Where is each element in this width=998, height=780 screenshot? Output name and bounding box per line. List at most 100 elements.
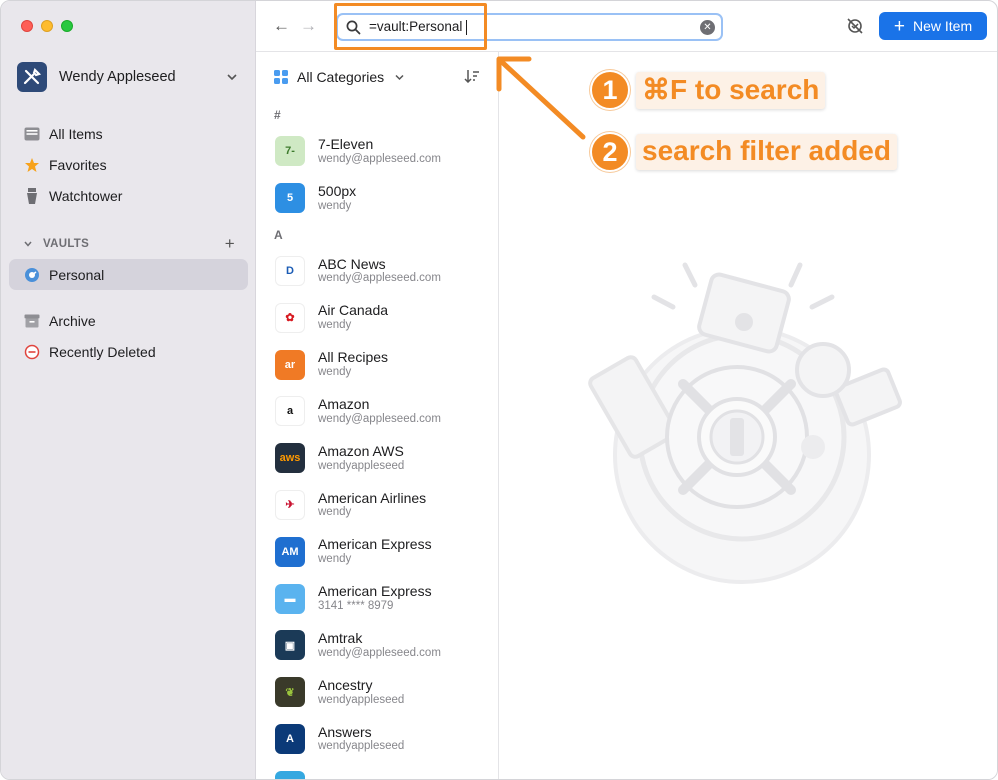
chevron-down-icon[interactable] <box>394 72 405 83</box>
search-highlight-box <box>334 3 487 50</box>
item-title: American Airlines <box>318 489 427 506</box>
watchtower-icon <box>23 187 41 205</box>
item-logo-icon: ar <box>275 349 305 380</box>
item-list-pane: All Categories #7- 7-Eleven wendy@applesee… <box>256 52 499 779</box>
item-logo-icon <box>275 770 305 779</box>
annotation-arrow-icon <box>496 56 586 140</box>
item-subtitle: wendyappleseed <box>318 740 405 753</box>
sidebar-item-recently-deleted[interactable]: Recently Deleted <box>9 336 248 367</box>
item-list: #7- 7-Eleven wendy@appleseed.com 5 500px wend… <box>256 102 498 779</box>
categories-grid-icon <box>274 70 288 84</box>
sidebar-item-archive[interactable]: Archive <box>9 305 248 336</box>
list-item[interactable]: ar All Recipes wendy <box>256 341 498 388</box>
list-item[interactable]: ❦ Ancestry wendyappleseed <box>256 669 498 716</box>
annotation-step-1: 1 ⌘F to search <box>590 70 826 110</box>
zoom-window-button[interactable] <box>61 20 73 32</box>
list-item[interactable]: 7- 7-Eleven wendy@appleseed.com <box>256 128 498 175</box>
add-vault-button[interactable]: + <box>225 234 235 254</box>
watchtower-alert-icon[interactable] <box>846 17 864 35</box>
account-switcher[interactable]: Wendy Appleseed <box>17 62 239 92</box>
sidebar-item-label: Watchtower <box>49 187 123 204</box>
list-item[interactable]: Aol <box>256 762 498 779</box>
annotation-label: ⌘F to search <box>636 71 826 109</box>
item-logo-icon: ▣ <box>275 630 305 661</box>
item-subtitle: wendy <box>318 506 352 519</box>
list-item[interactable]: D ABC News wendy@appleseed.com <box>256 248 498 295</box>
tools-icon <box>23 67 42 85</box>
section-letter: # <box>274 108 281 122</box>
item-title: Amazon <box>318 396 370 413</box>
list-item[interactable]: ▣ Amtrak wendy@appleseed.com <box>256 622 498 669</box>
annotation-number: 2 <box>590 132 630 172</box>
sidebar-item-label: Archive <box>49 312 96 329</box>
item-logo-icon: ✈ <box>275 489 305 520</box>
chevron-down-icon[interactable] <box>23 239 33 249</box>
item-title: Ancestry <box>318 676 373 693</box>
item-title: All Recipes <box>318 349 389 366</box>
new-item-button[interactable]: + New Item <box>879 12 987 40</box>
item-subtitle: wendy@appleseed.com <box>318 646 441 659</box>
item-subtitle: wendy@appleseed.com <box>318 412 441 425</box>
category-filter[interactable]: All Categories <box>297 69 384 85</box>
item-title: Amazon AWS <box>318 442 404 459</box>
item-logo-icon: 5 <box>275 183 305 214</box>
window-controls <box>21 20 73 32</box>
sidebar-item-label: Favorites <box>49 156 107 173</box>
sidebar: Wendy Appleseed All Items Favorites Watc… <box>1 1 256 779</box>
sidebar-item-watchtower[interactable]: Watchtower <box>9 180 248 211</box>
account-avatar <box>17 62 47 92</box>
list-item[interactable]: AM American Express wendy <box>256 528 498 575</box>
list-item[interactable]: ✈ American Airlines wendy <box>256 482 498 529</box>
item-logo-icon: D <box>275 255 305 286</box>
sidebar-top-nav: All Items Favorites Watchtower <box>9 118 248 211</box>
trash-icon <box>23 343 41 361</box>
back-arrow-icon[interactable]: ← <box>273 16 290 36</box>
vaults-header-label: VAULTS <box>43 238 90 250</box>
vaults-section-header: VAULTS + <box>23 234 235 254</box>
item-logo-icon: AM <box>275 536 305 567</box>
section-letter: A <box>274 227 283 242</box>
item-title: Amtrak <box>318 630 363 647</box>
item-title: 7-Eleven <box>318 136 374 153</box>
item-title: American Express <box>318 583 432 600</box>
list-item[interactable]: ▬ American Express 3141 **** 8979 <box>256 575 498 622</box>
item-subtitle: wendyappleseed <box>318 459 405 472</box>
sidebar-item-personal[interactable]: Personal <box>9 259 248 290</box>
minimize-window-button[interactable] <box>41 20 53 32</box>
item-subtitle: wendy@appleseed.com <box>318 272 441 285</box>
new-item-label: New Item <box>912 18 973 34</box>
forward-arrow-icon[interactable]: → <box>300 16 317 36</box>
item-title: American Express <box>318 536 432 553</box>
sidebar-item-all-items[interactable]: All Items <box>9 118 248 149</box>
sidebar-bottom-nav: Archive Recently Deleted <box>9 305 248 367</box>
sidebar-item-label: All Items <box>49 125 103 142</box>
list-item[interactable]: a Amazon wendy@appleseed.com <box>256 388 498 435</box>
list-item[interactable]: 5 500px wendy <box>256 175 498 222</box>
item-subtitle: wendy <box>318 553 352 566</box>
archive-icon <box>23 312 41 330</box>
item-subtitle: wendyappleseed <box>318 693 405 706</box>
item-logo-icon: ✿ <box>275 302 305 333</box>
list-item[interactable]: aws Amazon AWS wendyappleseed <box>256 435 498 482</box>
list-item[interactable]: A Answers wendyappleseed <box>256 716 498 763</box>
list-item[interactable]: ✿ Air Canada wendy <box>256 294 498 341</box>
annotation-number: 1 <box>590 70 630 110</box>
personal-vault-icon <box>23 266 41 284</box>
sidebar-item-favorites[interactable]: Favorites <box>9 149 248 180</box>
annotation-label: search filter added <box>636 134 897 170</box>
item-logo-icon: ❦ <box>275 677 305 708</box>
star-icon <box>23 156 41 174</box>
item-title: Answers <box>318 723 372 740</box>
item-subtitle: wendy@appleseed.com <box>318 152 441 165</box>
clear-search-button[interactable]: ✕ <box>700 20 715 35</box>
sidebar-item-label: Recently Deleted <box>49 343 156 360</box>
close-window-button[interactable] <box>21 20 33 32</box>
annotation-step-2: 2 search filter added <box>590 132 897 172</box>
item-logo-icon: a <box>275 396 305 427</box>
item-subtitle: 3141 **** 8979 <box>318 600 394 613</box>
all-items-icon <box>23 125 41 143</box>
item-logo-icon: A <box>275 723 305 754</box>
item-subtitle: wendy <box>318 319 352 332</box>
item-logo-icon: 7- <box>275 136 305 167</box>
sort-icon[interactable] <box>464 69 480 86</box>
